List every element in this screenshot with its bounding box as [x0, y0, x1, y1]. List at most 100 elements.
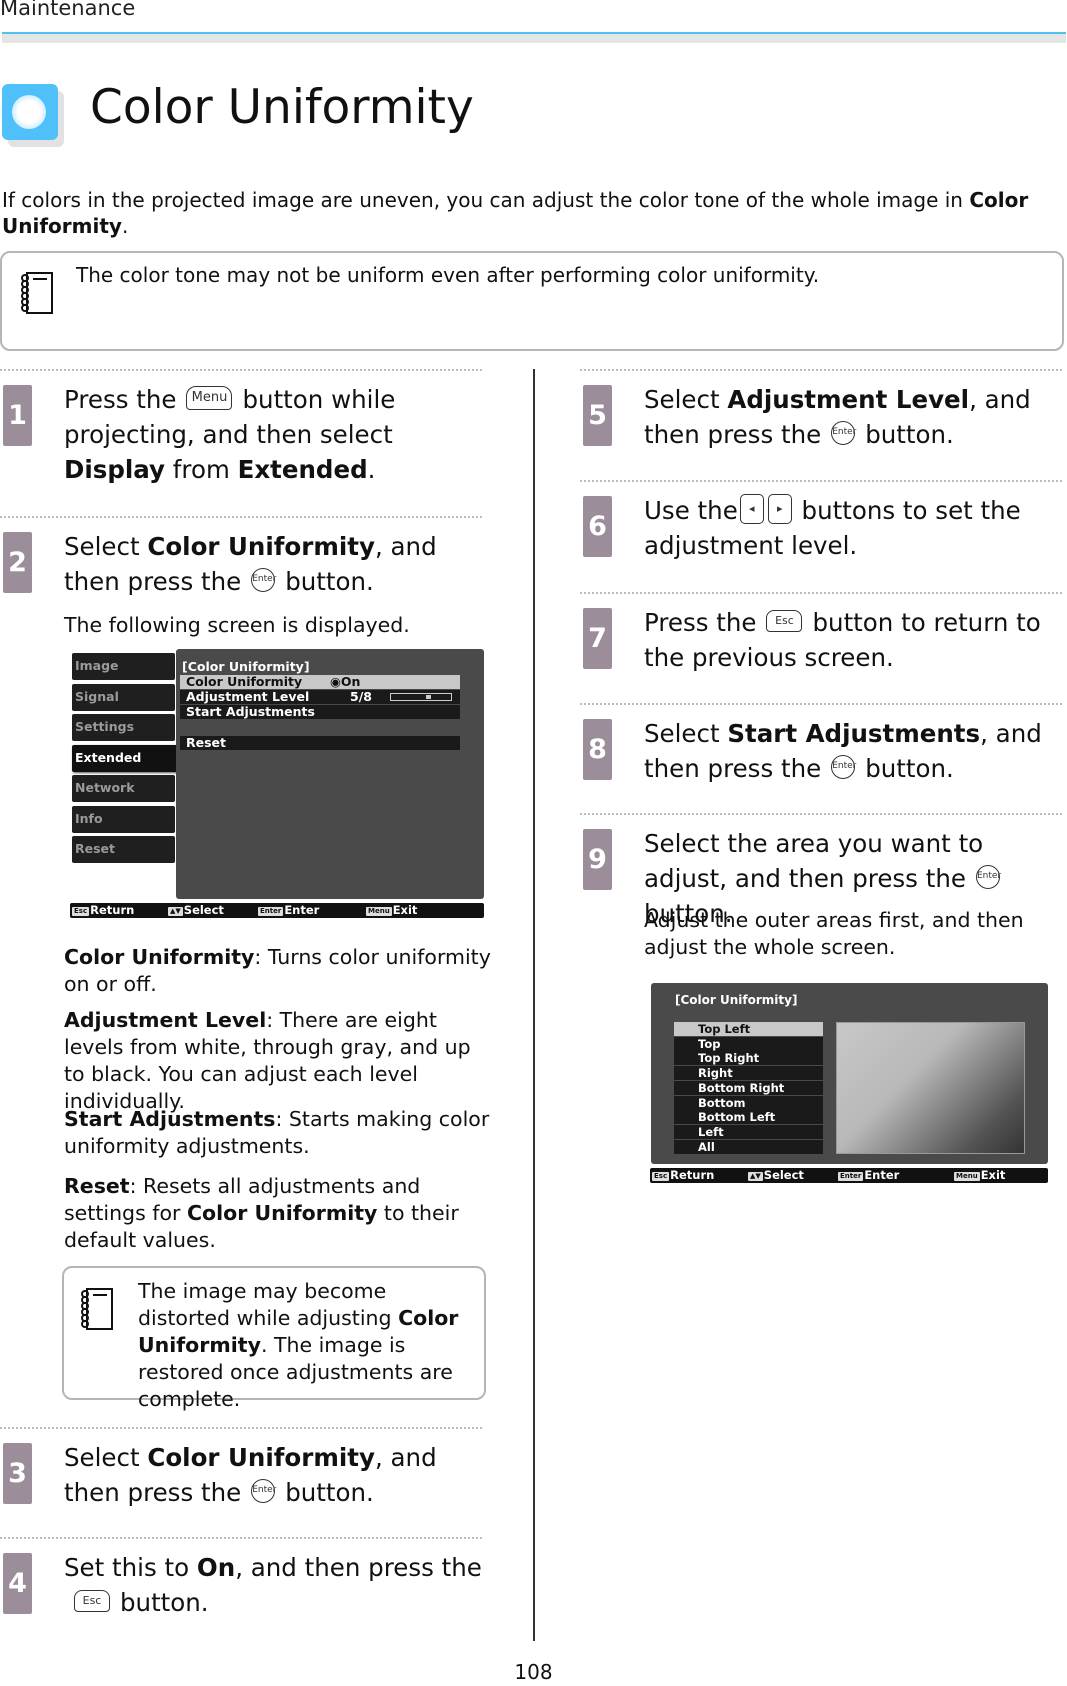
step-number-badge: 8 — [583, 719, 612, 780]
footer-hint: Esc Return — [72, 903, 134, 918]
preview-area — [836, 1022, 1025, 1154]
step-number-badge: 3 — [3, 1443, 32, 1504]
footer-hint: Menu Exit — [366, 903, 417, 918]
footer-hint: ▲▼ Select — [168, 903, 224, 918]
menu-footer: Esc Return ▲▼ Select Enter Enter Menu Exit — [650, 1168, 1048, 1183]
enter-key-icon: Enter — [831, 755, 856, 779]
menu-tab[interactable]: Extended — [72, 744, 188, 772]
footer-key-icon: Esc — [652, 1172, 670, 1181]
text: Use the — [644, 496, 738, 525]
text: Press the — [644, 608, 757, 637]
footer-key-icon: Esc — [72, 907, 90, 916]
step-divider — [580, 369, 1062, 371]
area-option[interactable]: Top — [674, 1036, 823, 1051]
footer-hint: Enter Enter — [258, 903, 319, 918]
enter-key-icon: Enter — [975, 865, 1001, 889]
footer-hint: Enter Enter — [838, 1168, 899, 1183]
step-divider — [580, 813, 1062, 815]
text: Select the area you want to adjust, and … — [644, 829, 984, 893]
lr-key-icon: ▸ — [767, 494, 792, 524]
area-option[interactable]: Top Right — [674, 1051, 823, 1066]
footer-key-icon: ▲▼ — [748, 1172, 763, 1181]
enter-key-icon: Enter — [251, 1479, 276, 1503]
bold-text: Adjustment Level — [64, 1008, 267, 1032]
footer-hint: Menu Exit — [954, 1168, 1005, 1183]
footer-label: Enter — [864, 1168, 900, 1182]
area-option[interactable]: Bottom Right — [674, 1080, 823, 1095]
page-number: 108 — [514, 1660, 553, 1684]
section-icon — [2, 84, 58, 140]
text: button. — [285, 1478, 374, 1507]
step-number-badge: 9 — [583, 829, 612, 890]
step-text: Use the ◂ ▸ buttons to set the adjustment … — [644, 493, 1062, 563]
intro-text: If colors in the projected image are une… — [2, 187, 1052, 239]
menu-tab[interactable]: Signal — [72, 683, 175, 711]
text: Select — [64, 532, 148, 561]
step-number-badge: 6 — [583, 496, 612, 557]
step-text: Select Color Uniformity, and then press … — [64, 1440, 484, 1510]
panel-title: [Color Uniformity] — [182, 659, 310, 674]
step-number-badge: 5 — [583, 385, 612, 446]
area-option[interactable]: Bottom — [674, 1095, 823, 1110]
menu-row-start-adjustments[interactable]: Start Adjustments — [180, 705, 460, 719]
footer-hint: Esc Return — [652, 1168, 714, 1183]
menu-tab[interactable]: Image — [72, 653, 175, 680]
step-divider — [580, 480, 1062, 482]
bold-text: Start Adjustments — [727, 719, 981, 748]
area-option[interactable]: Bottom Left — [674, 1110, 823, 1125]
note-box: The color tone may not be uniform even a… — [0, 251, 1064, 351]
area-option[interactable]: Left — [674, 1124, 823, 1139]
text: Select — [644, 719, 728, 748]
step-text: Select Color Uniformity, and then press … — [64, 529, 484, 599]
footer-label: Select — [183, 903, 224, 917]
menu-tab[interactable]: Reset — [72, 836, 175, 863]
row-label: Color Uniformity — [186, 674, 303, 689]
footer-key-icon: ▲▼ — [168, 907, 183, 916]
text: Set this to — [64, 1553, 197, 1582]
area-option[interactable]: All — [674, 1139, 823, 1154]
esc-key-icon: Esc — [74, 1590, 110, 1612]
footer-label: Return — [670, 1168, 715, 1182]
step-text: Press the Menu button while projecting, an… — [64, 382, 484, 487]
text: Select — [644, 385, 728, 414]
footer-key-icon: Menu — [954, 1172, 980, 1181]
bold-text: Color Uniformity — [147, 1443, 375, 1472]
footer-key-icon: Enter — [258, 907, 284, 916]
menu-key-icon: Menu — [186, 386, 233, 410]
footer-label: Return — [90, 903, 135, 917]
setting-description: Adjustment Level: There are eight levels… — [64, 1007, 494, 1115]
menu-row-adjustment-level[interactable]: Adjustment Level 5/8 — [180, 690, 460, 704]
menu-footer: Esc Return ▲▼ Select Enter Enter Menu Exit — [70, 903, 484, 918]
esc-key-icon: Esc — [766, 610, 803, 632]
area-option[interactable]: Right — [674, 1066, 823, 1081]
row-value: ◉On — [330, 674, 361, 689]
text: , and then press the — [235, 1553, 482, 1582]
note-text: The color tone may not be uniform even a… — [76, 263, 820, 287]
area-option[interactable]: Top Left — [674, 1022, 823, 1036]
text: . — [367, 455, 376, 484]
menu-tab[interactable]: Info — [72, 805, 175, 833]
step-divider — [0, 369, 482, 371]
level-slider[interactable] — [390, 693, 452, 701]
menu-tab[interactable]: Network — [72, 775, 175, 802]
setting-description: Color Uniformity: Turns color uniformity… — [64, 944, 494, 998]
page-title: Color Uniformity — [90, 80, 474, 135]
text: Press the — [64, 385, 177, 414]
text: . — [121, 214, 129, 238]
footer-label: Exit — [392, 903, 418, 917]
step-number-badge: 4 — [3, 1553, 32, 1614]
panel-title: [Color Uniformity] — [675, 993, 798, 1007]
header-bar — [2, 34, 1066, 43]
step-divider — [580, 703, 1062, 705]
step-text: Press the Esc button to return to the prev… — [644, 605, 1062, 675]
step-subtext: The following screen is displayed. — [64, 613, 410, 637]
step-text: Set this to On, and then press the Esc but… — [64, 1550, 484, 1620]
text: button. — [865, 754, 954, 783]
menu-row-color-uniformity[interactable]: Color Uniformity ◉On — [180, 675, 460, 689]
text: button. — [865, 420, 954, 449]
footer-label: Select — [763, 1168, 804, 1182]
menu-row-reset[interactable]: Reset — [180, 736, 460, 750]
step-divider — [0, 1427, 482, 1429]
bold-text: Reset — [64, 1174, 130, 1198]
menu-tab[interactable]: Settings — [72, 714, 175, 741]
